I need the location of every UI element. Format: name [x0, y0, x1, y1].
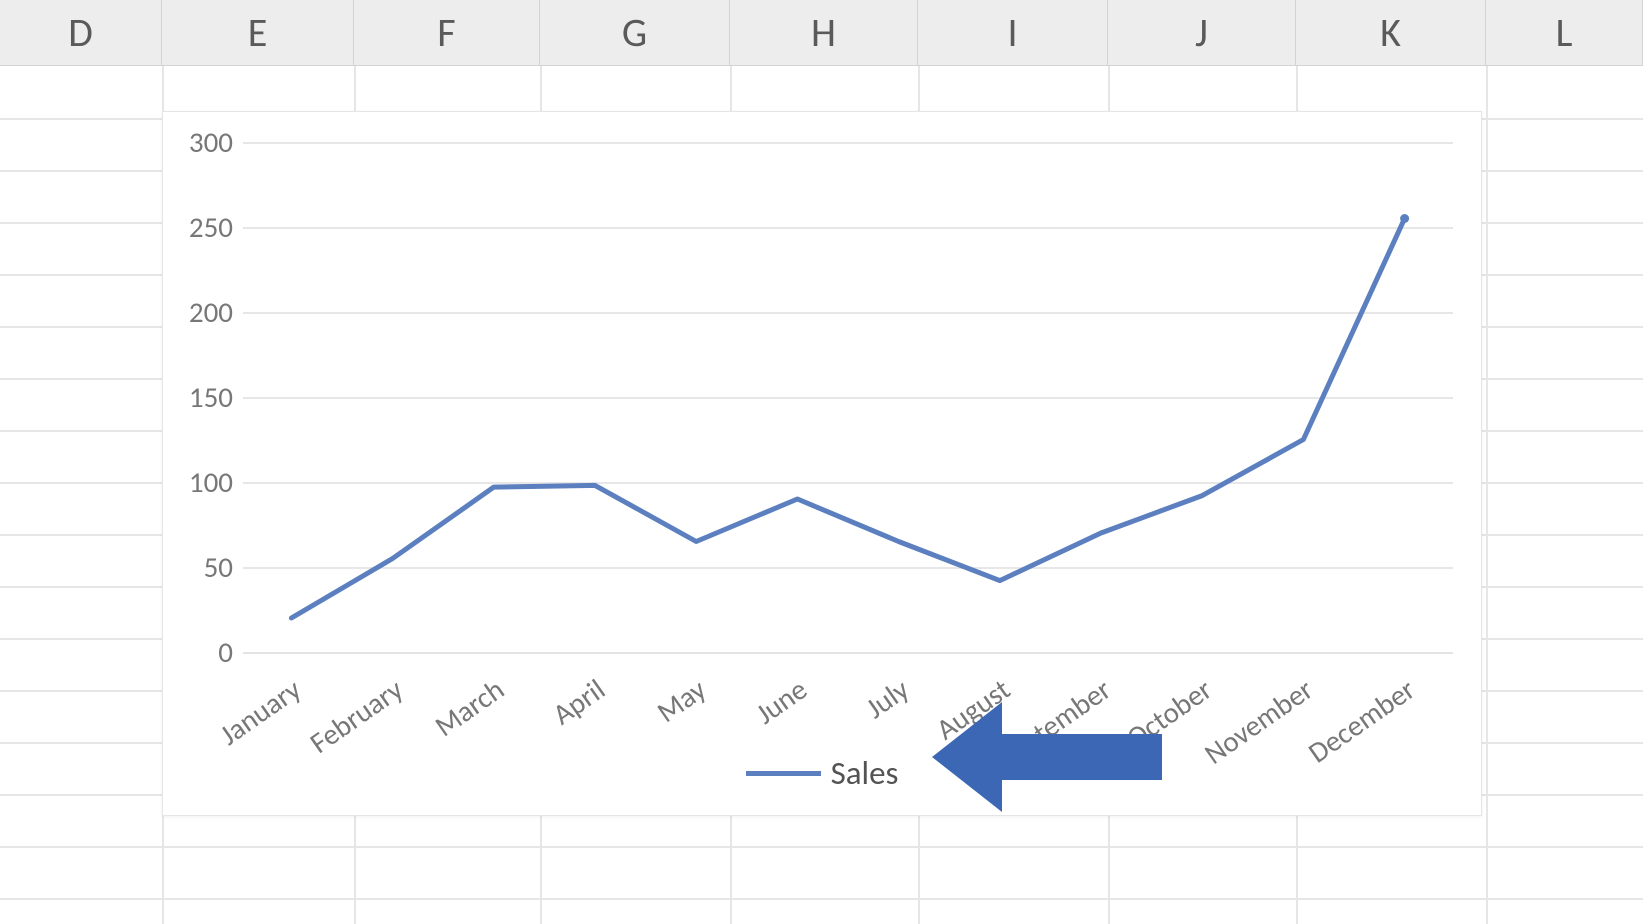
x-tick-label: March — [428, 671, 511, 744]
column-header[interactable]: F — [354, 0, 540, 65]
y-tick-label: 0 — [133, 634, 233, 670]
y-tick-label: 150 — [133, 379, 233, 415]
series-line-sales — [243, 142, 1453, 652]
x-tick-label: April — [546, 671, 612, 732]
x-tick-label: June — [749, 671, 814, 732]
plot-area: 050100150200250300 — [243, 142, 1453, 652]
y-tick-label: 250 — [133, 209, 233, 245]
column-header[interactable]: E — [162, 0, 354, 65]
x-tick-label: January — [213, 671, 308, 753]
spreadsheet-area: DEFGHIJKL 050100150200250300 JanuaryFebr… — [0, 0, 1643, 924]
legend-swatch — [746, 771, 821, 776]
x-tick-label: May — [650, 671, 713, 730]
column-header[interactable]: D — [0, 0, 162, 65]
column-header[interactable]: L — [1486, 0, 1643, 65]
column-header[interactable]: G — [540, 0, 730, 65]
chart-gridline — [243, 652, 1453, 654]
y-tick-label: 50 — [133, 549, 233, 585]
y-tick-label: 100 — [133, 464, 233, 500]
y-tick-label: 300 — [133, 124, 233, 160]
x-tick-label: July — [858, 671, 915, 726]
legend-label: Sales — [831, 753, 899, 793]
column-header[interactable]: H — [730, 0, 918, 65]
y-tick-label: 200 — [133, 294, 233, 330]
column-header[interactable]: K — [1296, 0, 1486, 65]
column-headers-row: DEFGHIJKL — [0, 0, 1643, 66]
embedded-chart[interactable]: 050100150200250300 JanuaryFebruaryMarchA… — [162, 111, 1482, 816]
column-header[interactable]: I — [918, 0, 1108, 65]
chart-legend[interactable]: Sales — [163, 743, 1481, 803]
column-header[interactable]: J — [1108, 0, 1296, 65]
